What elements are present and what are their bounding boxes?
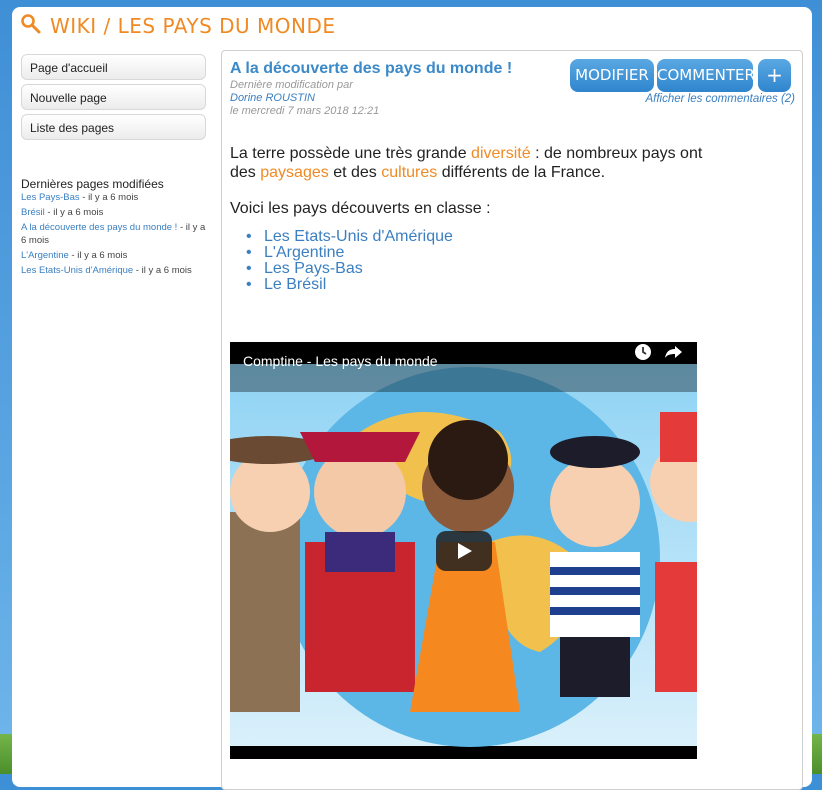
- page-title: A la découverte des pays du monde !: [230, 60, 513, 77]
- recent-age: - il y a 6 mois: [68, 250, 128, 261]
- recent-link-decouverte[interactable]: A la découverte des pays du monde !: [21, 222, 177, 233]
- list-intro: Voici les pays découverts en classe :: [230, 200, 491, 217]
- recent-item: Brésil - il y a 6 mois: [21, 206, 211, 219]
- recent-age: - il y a 6 mois: [44, 207, 104, 218]
- intro-text: : de nombreux pays ont: [530, 145, 703, 162]
- show-comments-link[interactable]: Afficher les commentaires (2): [645, 93, 795, 105]
- site-title-text: WIKI / LES PAYS DU MONDE: [50, 14, 336, 38]
- last-modified-info: Dernière modification par Dorine ROUSTIN…: [230, 79, 379, 118]
- share-icon[interactable]: [664, 342, 684, 362]
- home-page-button[interactable]: Page d'accueil: [21, 54, 206, 80]
- recent-item: Les Etats-Unis d'Amérique - il y a 6 moi…: [21, 264, 211, 277]
- link-cultures[interactable]: cultures: [381, 164, 437, 181]
- watch-later-icon[interactable]: [633, 342, 653, 362]
- comment-button[interactable]: COMMENTER: [657, 59, 755, 92]
- recent-link-bresil[interactable]: Brésil: [21, 207, 45, 218]
- country-link-argentine[interactable]: L'Argentine: [246, 245, 453, 262]
- add-button[interactable]: +: [758, 59, 791, 92]
- modify-button[interactable]: MODIFIER: [570, 59, 654, 92]
- intro-text: La terre possède une très grande: [230, 145, 472, 162]
- recent-item: Les Pays-Bas - il y a 6 mois: [21, 191, 211, 204]
- country-link-etats-unis[interactable]: Les Etats-Unis d'Amérique: [246, 229, 453, 246]
- play-button[interactable]: [436, 531, 492, 571]
- country-link-pays-bas[interactable]: Les Pays-Bas: [246, 261, 453, 278]
- page-list-button[interactable]: Liste des pages: [21, 114, 206, 140]
- country-list: Les Etats-Unis d'Amérique L'Argentine Le…: [246, 229, 453, 294]
- search-icon: [20, 13, 42, 40]
- modified-date: le mercredi 7 mars 2018 12:21: [230, 105, 380, 117]
- intro-text: des: [230, 164, 261, 181]
- last-modified-label: Dernière modification par: [230, 79, 353, 91]
- video-title[interactable]: Comptine - Les pays du monde: [243, 353, 438, 369]
- intro-paragraph: La terre possède une très grande diversi…: [230, 144, 750, 182]
- link-diversite[interactable]: diversité: [471, 145, 531, 162]
- link-paysages[interactable]: paysages: [260, 164, 329, 181]
- author-name[interactable]: Dorine ROUSTIN: [230, 92, 379, 105]
- recent-item: L'Argentine - il y a 6 mois: [21, 249, 211, 262]
- site-title[interactable]: WIKI / LES PAYS DU MONDE: [20, 12, 336, 40]
- recent-link-etats-unis[interactable]: Les Etats-Unis d'Amérique: [21, 265, 133, 276]
- intro-text: différents de la France.: [437, 164, 606, 181]
- video-player[interactable]: Comptine - Les pays du monde: [230, 342, 697, 759]
- recent-age: - il y a 6 mois: [133, 265, 192, 276]
- recent-item: A la découverte des pays du monde ! - il…: [21, 221, 211, 247]
- recent-pages-title: Dernières pages modifiées: [21, 177, 164, 191]
- country-link-bresil[interactable]: Le Brésil: [246, 277, 453, 294]
- recent-age: - il y a 6 mois: [79, 192, 139, 203]
- character-france: [550, 436, 640, 697]
- new-page-button[interactable]: Nouvelle page: [21, 84, 206, 110]
- recent-pages-list: Les Pays-Bas - il y a 6 mois Brésil - il…: [21, 191, 211, 279]
- recent-link-pays-bas[interactable]: Les Pays-Bas: [21, 192, 80, 203]
- intro-text: et des: [328, 164, 382, 181]
- recent-link-argentine[interactable]: L'Argentine: [21, 250, 69, 261]
